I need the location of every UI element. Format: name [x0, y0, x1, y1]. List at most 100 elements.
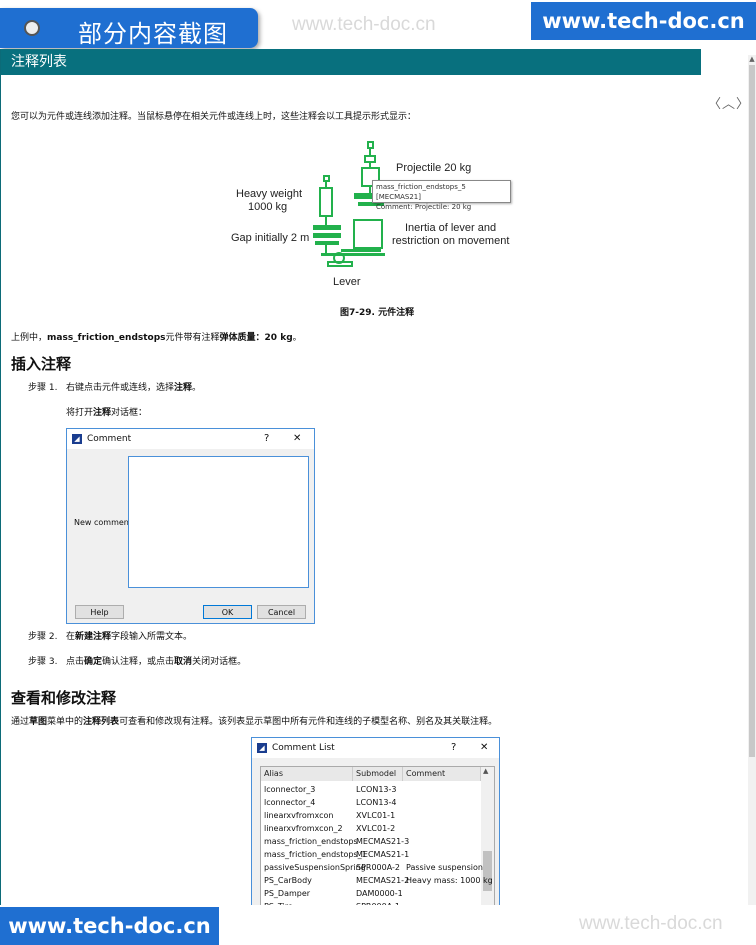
- diagram-plate: [313, 233, 341, 238]
- cell-submodel: XVLC01-2: [356, 824, 396, 833]
- scroll-up-icon[interactable]: ▲: [483, 767, 488, 775]
- cell-alias: lconnector_4: [264, 798, 316, 807]
- page-scrollbar[interactable]: ▲: [748, 55, 756, 905]
- example-mid: 元件带有注释: [165, 333, 220, 343]
- new-comment-textarea[interactable]: [128, 456, 309, 588]
- opens-post: 对话框：: [111, 408, 148, 418]
- cell-submodel: SPR000A-2: [356, 863, 401, 872]
- example-text: 上例中，mass_friction_endstops元件带有注释弹体质量：20 …: [11, 330, 302, 343]
- cell-alias: PS_Tire: [264, 902, 293, 905]
- comment-table: Alias Submodel Comment ▲ lconnector_3 LCO…: [260, 766, 495, 905]
- close-icon[interactable]: ✕: [293, 429, 301, 449]
- step2-label: 步骤 2.: [28, 632, 58, 642]
- cell-submodel: LCON13-3: [356, 785, 397, 794]
- table-row[interactable]: mass_friction_endstops MECMAS21-3: [261, 837, 481, 850]
- label-projectile: Projectile 20 kg: [396, 162, 472, 174]
- help-icon[interactable]: ?: [264, 429, 269, 449]
- diagram-port-top: [367, 141, 374, 149]
- cell-alias: PS_Damper: [264, 889, 311, 898]
- heavy-weight-block: [319, 187, 333, 217]
- tooltip-title: mass_friction_endstops_5 [MECMAS21]: [376, 183, 466, 201]
- page-scroll-thumb[interactable]: [749, 65, 755, 757]
- comment-dialog: ◢ Comment ? ✕ New comment: Help OK Cance…: [66, 428, 315, 624]
- step3-post: 关闭对话框。: [192, 657, 247, 667]
- label-inertia: Inertia of lever and: [405, 222, 497, 234]
- watermark-top: www.tech-doc.cn: [292, 14, 436, 35]
- view-bold-sketch: 草图: [29, 717, 48, 727]
- step1-label: 步骤 1.: [28, 383, 58, 393]
- comment-list-title: Comment List: [272, 743, 335, 753]
- cell-alias: mass_friction_endstops: [264, 837, 358, 846]
- step3-label: 步骤 3.: [28, 657, 58, 667]
- scroll-up-icon[interactable]: ▲: [748, 55, 756, 63]
- column-header-submodel[interactable]: Submodel: [353, 767, 403, 781]
- intro-text: 您可以为元件或连线添加注释。当鼠标悬停在相关元件或连线上时，这些注释会以工具提示…: [11, 112, 417, 122]
- lever-base: [327, 261, 353, 267]
- brand-link-bottom[interactable]: www.tech-doc.cn: [0, 907, 219, 945]
- table-row[interactable]: lconnector_4 LCON13-4: [261, 798, 481, 811]
- figure-caption: 图7-29. 元件注释: [340, 308, 415, 318]
- comment-list-dialog: ◢ Comment List ? ✕ Alias Submodel Commen…: [251, 737, 500, 905]
- view-text: 通过草图菜单中的注释列表可查看和修改现有注释。该列表显示草图中所有元件和连线的子…: [11, 714, 497, 727]
- help-button[interactable]: Help: [75, 605, 124, 619]
- view-post: 可查看和修改现有注释。该列表显示草图中所有元件和连线的子模型名称、别名及其关联注…: [119, 717, 498, 727]
- table-row[interactable]: linearxvfromxcon_2 XVLC01-2: [261, 824, 481, 837]
- section-tag-label: 部分内容截图: [78, 20, 228, 48]
- step3-mid: 确认注释，或点击: [102, 657, 175, 667]
- opens-text: 将打开注释对话框：: [66, 405, 147, 418]
- step3-bold-ok: 确定: [84, 657, 103, 667]
- table-row[interactable]: PS_Tire SPR000A-1: [261, 902, 481, 905]
- component-tooltip: mass_friction_endstops_5 [MECMAS21] Comm…: [372, 180, 511, 211]
- example-comment: 弹体质量：20 kg: [219, 333, 293, 343]
- watermark-bottom: www.tech-doc.cn: [579, 913, 723, 934]
- table-row[interactable]: mass_friction_endstops_1 MECMAS21-1: [261, 850, 481, 863]
- diagram-port-left: [323, 175, 330, 182]
- cell-submodel: DAM0000-1: [356, 889, 403, 898]
- cell-submodel: LCON13-4: [356, 798, 397, 807]
- diagram-wire: [341, 249, 381, 252]
- insert-heading: 插入注释: [11, 355, 72, 373]
- cell-submodel: MECMAS21-3: [356, 837, 410, 846]
- step2-bold: 新建注释: [75, 632, 112, 642]
- cancel-button[interactable]: Cancel: [257, 605, 306, 619]
- cell-comment: Passive suspension: [406, 863, 483, 872]
- cell-comment: Heavy mass: 1000 kg: [406, 876, 493, 885]
- step3-text: 点击确定确认注释，或点击取消关闭对话框。: [66, 654, 246, 667]
- cell-alias: linearxvfromxcon_2: [264, 824, 343, 833]
- view-pre: 通过: [11, 717, 30, 727]
- ok-button[interactable]: OK: [203, 605, 252, 619]
- section-header: 注释列表: [1, 49, 701, 75]
- cell-submodel: SPR000A-1: [356, 902, 400, 905]
- table-row[interactable]: passiveSuspensionSpring SPR000A-2 Passive …: [261, 863, 483, 876]
- diagram-plate: [313, 225, 341, 230]
- opens-bold: 注释: [93, 408, 112, 418]
- close-icon[interactable]: ✕: [480, 738, 488, 758]
- table-row[interactable]: PS_Damper DAM0000-1: [261, 889, 481, 902]
- page-nav-arrows[interactable]: 〈︿〉: [708, 93, 750, 112]
- cell-submodel: XVLC01-1: [356, 811, 396, 820]
- cell-alias: linearxvfromxcon: [264, 811, 334, 820]
- label-restriction: restriction on movement: [392, 235, 510, 247]
- brand-link-top[interactable]: www.tech-doc.cn: [531, 2, 756, 40]
- table-row[interactable]: PS_CarBody MECMAS21-2 Heavy mass: 1000 kg: [261, 876, 493, 889]
- cell-submodel: MECMAS21-1: [356, 850, 410, 859]
- table-row[interactable]: lconnector_3 LCON13-3: [261, 785, 481, 798]
- diagram-wire: [325, 245, 327, 253]
- comment-dialog-title: Comment: [87, 434, 132, 444]
- column-header-comment[interactable]: Comment: [403, 767, 481, 781]
- label-heavy-weight: Heavy weight: [236, 188, 303, 200]
- app-icon: ◢: [257, 743, 267, 753]
- help-icon[interactable]: ?: [451, 738, 456, 758]
- table-scroll-thumb[interactable]: [483, 851, 492, 891]
- step1-bold: 注释: [174, 383, 193, 393]
- example-post: 。: [292, 333, 302, 343]
- label-gap: Gap initially 2 m: [231, 232, 310, 244]
- table-row[interactable]: linearxvfromxcon XVLC01-1: [261, 811, 481, 824]
- step1-text: 右键点击元件或连线，选择注释。: [66, 380, 201, 393]
- step1-post: 。: [192, 383, 202, 393]
- label-lever: Lever: [333, 276, 361, 288]
- lever-bar: [321, 253, 385, 256]
- column-header-alias[interactable]: Alias: [261, 767, 353, 781]
- step2-pre: 在: [66, 632, 76, 642]
- document-frame: 注释列表 您可以为元件或连线添加注释。当鼠标悬停在相关元件或连线上时，这些注释会…: [0, 49, 749, 905]
